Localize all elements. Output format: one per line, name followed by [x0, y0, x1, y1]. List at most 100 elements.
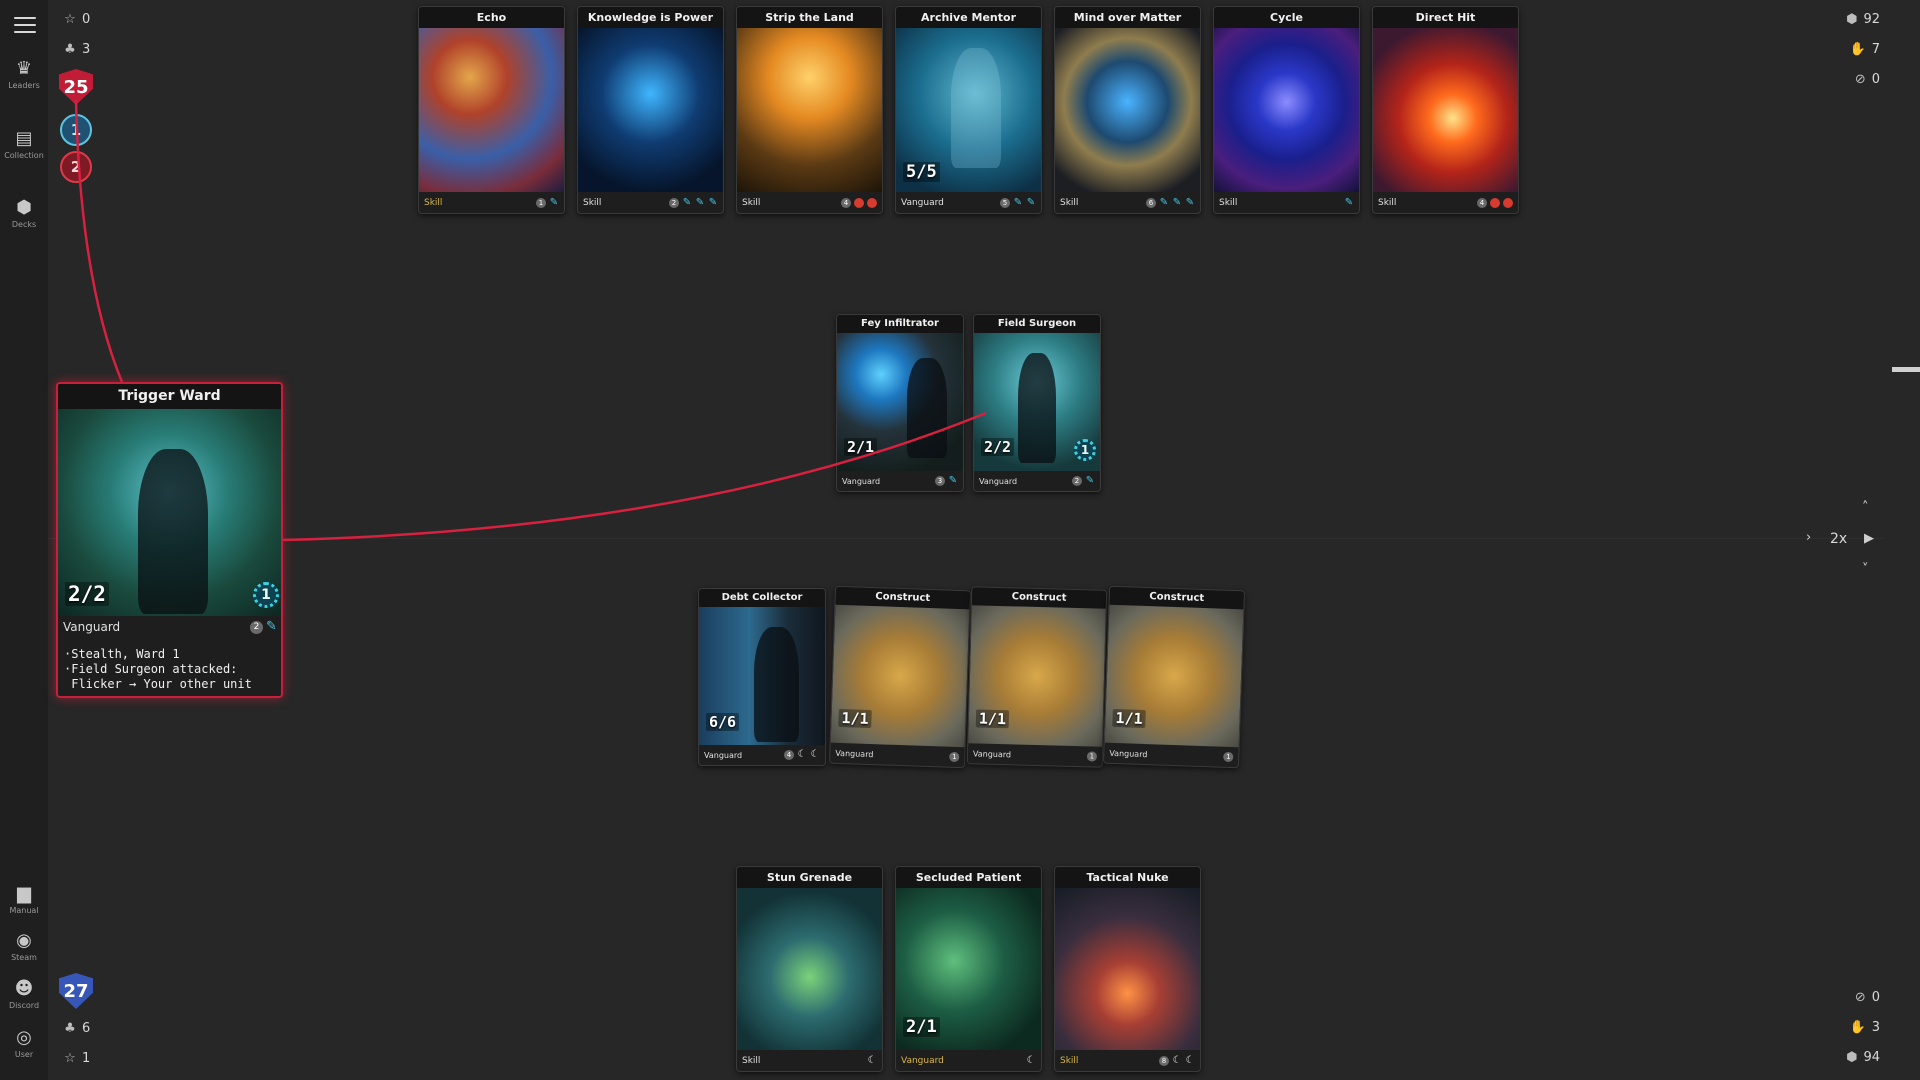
card-stats: 6/6 — [706, 713, 740, 731]
player-unit-construct-3[interactable]: Construct 1/1 Vanguard 1 — [1102, 585, 1246, 769]
chevron-up-icon[interactable]: ˄ — [1862, 500, 1869, 515]
moon-mana-icon: ☾ — [810, 749, 820, 760]
blue-mana-icon: ✎ — [682, 196, 692, 208]
blue-mana-icon: ✎ — [1013, 196, 1023, 208]
hand-card-tactical-nuke[interactable]: Tactical Nuke Skill 8 ☾ ☾ — [1054, 866, 1201, 1072]
moon-mana-icon: ☾ — [797, 749, 807, 760]
cost-pip: 4 — [784, 750, 794, 760]
units-icon: ♣ — [64, 1021, 76, 1036]
chevron-right-icon[interactable]: › — [1806, 530, 1811, 545]
blue-mana-icon: ✎ — [695, 196, 705, 208]
card-type: Vanguard — [63, 620, 121, 634]
nav-steam-label: Steam — [11, 953, 37, 962]
moon-mana-icon: ☾ — [1172, 1054, 1182, 1066]
decks-icon: ⬢ — [16, 197, 32, 218]
blue-mana-icon: ✎ — [1026, 196, 1036, 208]
card-title: Strip the Land — [737, 7, 882, 28]
hand-icon: ✋ — [1849, 1020, 1866, 1035]
scrollbar-thumb[interactable] — [1892, 367, 1920, 372]
opponent-stars: ☆ 0 — [62, 12, 90, 27]
player-unit-debt-collector[interactable]: Debt Collector 6/6 Vanguard 4 ☾ ☾ — [698, 588, 826, 766]
opponent-token-blue[interactable]: 1 — [60, 114, 92, 146]
blue-mana-icon: ✎ — [1344, 196, 1354, 208]
card-art — [737, 28, 882, 192]
player-health[interactable]: 27 — [59, 973, 93, 1009]
opponent-hand-value: 7 — [1871, 42, 1880, 57]
opponent-card-archive-mentor[interactable]: Archive Mentor 5/5 Vanguard 5 ✎ ✎ — [895, 6, 1042, 214]
card-title: Stun Grenade — [737, 867, 882, 888]
nav-leaders-label: Leaders — [8, 81, 40, 90]
speed-toggle[interactable]: 2x — [1830, 531, 1847, 547]
menu-icon[interactable] — [14, 17, 36, 38]
hand-card-stun-grenade[interactable]: Stun Grenade Skill ☾ — [736, 866, 883, 1072]
blue-mana-icon: ✎ — [1085, 475, 1095, 486]
opponent-discard-value: 0 — [1871, 72, 1880, 87]
star-icon: ☆ — [64, 12, 76, 27]
cost-pip: 2 — [1072, 476, 1082, 486]
opponent-units-value: 3 — [82, 42, 91, 57]
card-type: Vanguard — [901, 197, 944, 208]
board-divider — [48, 538, 1884, 539]
nav-decks[interactable]: ⬢ Decks — [0, 197, 48, 229]
opponent-card-echo[interactable]: Echo Skill 1 ✎ — [418, 6, 565, 214]
nav-decks-label: Decks — [11, 220, 37, 229]
units-icon: ♣ — [64, 42, 76, 57]
opponent-unit-field-surgeon[interactable]: Field Surgeon 2/2 1 Vanguard 2 ✎ — [973, 314, 1101, 492]
card-title: Archive Mentor — [896, 7, 1041, 28]
opponent-stars-value: 0 — [82, 12, 91, 27]
collection-icon: ▤ — [15, 128, 33, 149]
opponent-units: ♣ 3 — [62, 42, 90, 57]
opponent-card-knowledge[interactable]: Knowledge is Power Skill 2 ✎ ✎ ✎ — [577, 6, 724, 214]
blue-mana-icon: ✎ — [1172, 196, 1182, 208]
focus-card-trigger-ward[interactable]: Trigger Ward 2/2 1 Vanguard 2 ✎ ·Stealth, … — [56, 382, 283, 698]
card-stats: 2/1 — [903, 1017, 940, 1037]
hand-card-secluded-patient[interactable]: Secluded Patient 2/1 Vanguard ☾ — [895, 866, 1042, 1072]
card-ability-1: ·Stealth, Ward 1 — [64, 647, 180, 661]
opponent-card-direct-hit[interactable]: Direct Hit Skill 4 — [1372, 6, 1519, 214]
player-unit-construct-1[interactable]: Construct 1/1 Vanguard 1 — [828, 585, 972, 769]
card-title: Debt Collector — [699, 589, 825, 607]
blue-mana-icon: ✎ — [266, 619, 277, 634]
cost-pip: 5 — [1000, 197, 1010, 208]
play-icon[interactable]: ▶ — [1864, 531, 1874, 546]
cost-pip: 8 — [1159, 1055, 1169, 1066]
card-stats: 2/1 — [844, 438, 878, 456]
card-type: Vanguard — [972, 748, 1012, 759]
card-title: Cycle — [1214, 7, 1359, 28]
cost-pip: 1 — [1223, 751, 1234, 763]
chevron-down-icon[interactable]: ˅ — [1862, 562, 1869, 577]
manual-icon: ▆ — [17, 883, 31, 904]
nav-discord[interactable]: ☻ Discord — [0, 978, 48, 1010]
discord-icon: ☻ — [14, 978, 34, 999]
opponent-card-cycle[interactable]: Cycle Skill ✎ — [1213, 6, 1360, 214]
opponent-unit-fey-infiltrator[interactable]: Fey Infiltrator 2/1 Vanguard 3 ✎ — [836, 314, 964, 492]
card-stats: 2/2 — [65, 582, 109, 606]
collector-figure — [754, 627, 799, 742]
blue-mana-icon: ✎ — [1185, 196, 1195, 208]
opponent-health[interactable]: 25 — [59, 69, 93, 105]
opponent-card-strip[interactable]: Strip the Land Skill 4 — [736, 6, 883, 214]
discard-icon: ⊘ — [1854, 990, 1866, 1005]
card-art — [1055, 28, 1200, 192]
moon-mana-icon: ☾ — [1026, 1054, 1036, 1066]
ward-badge: 1 — [1074, 439, 1096, 461]
nav-leaders[interactable]: ♛ Leaders — [0, 58, 48, 90]
card-type: Vanguard — [704, 750, 743, 760]
card-type: Skill — [1219, 197, 1238, 208]
opponent-deck-value: 92 — [1863, 12, 1880, 27]
nav-steam[interactable]: ◉ Steam — [0, 930, 48, 962]
nav-user[interactable]: ◎ User — [0, 1027, 48, 1059]
card-ability-2: ·Field Surgeon attacked: — [64, 662, 238, 676]
nav-manual[interactable]: ▆ Manual — [0, 883, 48, 915]
card-stats: 1/1 — [1112, 708, 1146, 729]
nav-manual-label: Manual — [9, 906, 39, 915]
leaders-icon: ♛ — [15, 58, 33, 79]
opponent-card-mind-over-matter[interactable]: Mind over Matter Skill 6 ✎ ✎ ✎ — [1054, 6, 1201, 214]
deck-icon: ⬢ — [1846, 12, 1858, 27]
opponent-deck-count: ⬢ 92 — [1846, 12, 1880, 27]
opponent-token-red[interactable]: 2 — [60, 151, 92, 183]
player-unit-construct-2[interactable]: Construct 1/1 Vanguard 1 — [966, 586, 1108, 768]
card-stats: 5/5 — [903, 162, 940, 182]
card-type: Skill — [583, 197, 602, 208]
nav-collection[interactable]: ▤ Collection — [0, 128, 48, 160]
